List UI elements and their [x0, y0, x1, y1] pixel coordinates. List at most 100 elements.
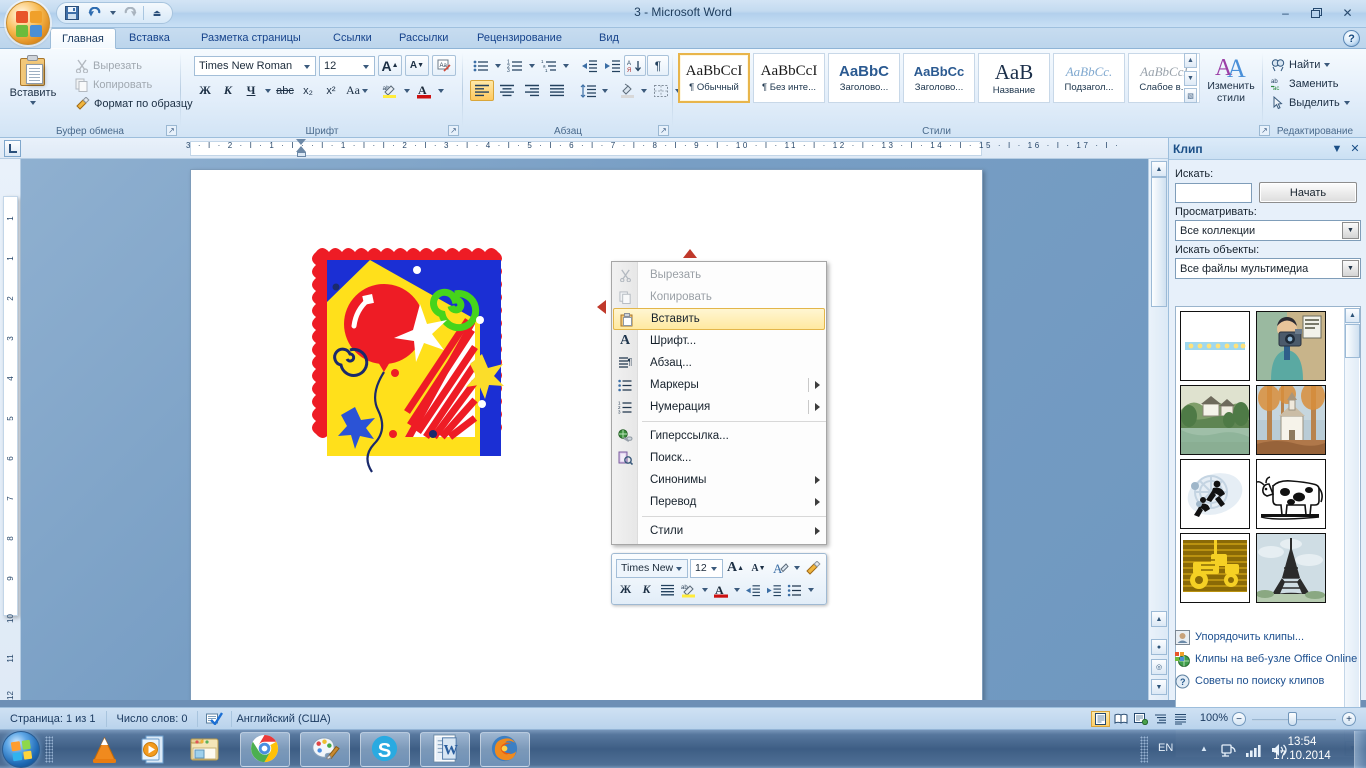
taskbar-vlc-icon[interactable] [88, 733, 121, 766]
style-normal[interactable]: AaBbCcI ¶ Обычный [678, 53, 750, 103]
font-size-combo[interactable]: 12 [319, 55, 375, 76]
zoom-slider-handle[interactable] [1288, 712, 1297, 726]
mini-grow-font-button[interactable]: A ▲ [725, 558, 746, 578]
zoom-level[interactable]: 100% [1200, 712, 1228, 724]
undo-dropdown-icon[interactable] [108, 4, 117, 22]
decrease-indent-button[interactable] [578, 55, 600, 76]
mini-bullets-button[interactable] [785, 580, 804, 600]
tab-review[interactable]: Рецензирование [466, 28, 573, 49]
find-dropdown-icon[interactable] [1324, 62, 1331, 67]
next-page-button[interactable]: ▼ [1151, 679, 1167, 695]
mini-text-highlight-button[interactable]: A [771, 558, 790, 578]
taskbar-chrome-icon[interactable] [249, 733, 282, 766]
context-item-numbering[interactable]: 123 Нумерация [612, 396, 826, 418]
taskbar-skype-icon[interactable]: S [369, 733, 402, 766]
link-clip-search-tips[interactable]: ? Советы по поиску клипов [1175, 670, 1363, 692]
document-page[interactable] [190, 169, 983, 700]
scroll-down-button[interactable]: ▲ [1151, 611, 1167, 627]
styles-more-button[interactable]: ▧ [1184, 88, 1197, 103]
clip-thumb-yellow-tractor[interactable] [1180, 533, 1250, 603]
clip-thumb-cow-engraving[interactable] [1256, 459, 1326, 529]
mini-font-color-button[interactable]: A [711, 580, 730, 600]
mini-bullets-dropdown-icon[interactable] [806, 580, 815, 600]
view-web-layout[interactable] [1131, 711, 1150, 727]
change-styles-button[interactable]: AA Изменить стили [1205, 54, 1257, 104]
change-case-button[interactable]: Aa [343, 80, 371, 101]
bullets-dropdown-icon[interactable] [493, 55, 503, 76]
mini-highlight-dropdown-icon[interactable] [792, 558, 801, 578]
style-subtitle[interactable]: AaBbCc. Подзагол... [1053, 53, 1125, 103]
undo-icon[interactable] [85, 4, 105, 22]
mini-highlight-color-dropdown-icon[interactable] [700, 580, 709, 600]
scroll-up-button[interactable]: ▲ [1151, 161, 1167, 177]
style-no-spacing[interactable]: AaBbCcI ¶ Без инте... [753, 53, 825, 103]
cut-button[interactable]: Вырезать [72, 56, 196, 75]
align-right-button[interactable] [520, 80, 544, 101]
context-item-copy[interactable]: Копировать [612, 286, 826, 308]
chevron-down-icon[interactable]: ▼ [1342, 222, 1359, 239]
taskbar-word-icon[interactable]: W [429, 733, 462, 766]
proofing-icon[interactable] [198, 710, 233, 727]
styles-scroll-down-button[interactable]: ▼ [1184, 70, 1197, 86]
clip-thumb-village-houses-landscape[interactable] [1180, 385, 1250, 455]
start-button[interactable] [2, 731, 40, 768]
zoom-out-button[interactable]: − [1232, 712, 1246, 726]
tray-language[interactable]: EN [1158, 742, 1173, 754]
style-heading-2[interactable]: AaBbCc Заголово... [903, 53, 975, 103]
context-item-translate[interactable]: Перевод [612, 491, 826, 513]
vertical-ruler[interactable]: 1 1 2 3 4 5 6 7 8 9 10 11 12 [0, 159, 21, 700]
clipboard-dialog-launcher[interactable]: ↗ [166, 125, 177, 136]
mini-shrink-font-button[interactable]: A ▼ [748, 558, 769, 578]
show-formatting-marks-button[interactable]: ¶ [647, 55, 669, 76]
network-icon[interactable] [1220, 742, 1236, 758]
context-item-styles[interactable]: Стили [612, 520, 826, 542]
select-button[interactable]: Выделить [1268, 93, 1353, 112]
zoom-in-button[interactable]: + [1342, 712, 1356, 726]
context-item-synonyms[interactable]: Синонимы [612, 469, 826, 491]
zoom-slider[interactable]: − + [1232, 712, 1356, 726]
justify-button[interactable] [545, 80, 569, 101]
clip-thumb-eiffel-tower[interactable] [1256, 533, 1326, 603]
multilevel-list-button[interactable]: 1a1 [538, 55, 560, 76]
replace-button[interactable]: ab ac Заменить [1268, 74, 1353, 93]
indent-markers[interactable] [296, 139, 307, 157]
status-language[interactable]: Английский (США) [232, 711, 340, 727]
context-item-cut[interactable]: Вырезать [612, 264, 826, 286]
shrink-font-button[interactable]: A ▼ [405, 55, 429, 76]
mini-bold-button[interactable]: Ж [616, 580, 635, 600]
shading-dropdown-icon[interactable] [639, 80, 649, 101]
taskbar-grip-1[interactable] [45, 736, 53, 763]
tab-mailings[interactable]: Рассылки [388, 28, 459, 49]
tab-home[interactable]: Главная [50, 28, 116, 49]
taskbar-explorer-icon[interactable] [188, 733, 221, 766]
previous-page-button[interactable]: ● [1151, 639, 1167, 655]
align-center-button[interactable] [495, 80, 519, 101]
scope-select[interactable]: Все коллекции ▼ [1175, 220, 1361, 241]
office-button[interactable] [6, 1, 50, 45]
restore-button[interactable] [1302, 3, 1331, 22]
numbering-dropdown-icon[interactable] [527, 55, 537, 76]
align-left-button[interactable] [470, 80, 494, 101]
minimize-button[interactable]: – [1271, 3, 1300, 22]
subscript-button[interactable]: x₂ [297, 80, 319, 101]
find-button[interactable]: Найти [1268, 55, 1353, 74]
status-word-count[interactable]: Число слов: 0 [107, 710, 199, 727]
mini-format-painter-button[interactable] [803, 558, 822, 578]
mini-highlight-color-button[interactable]: ab [679, 580, 698, 600]
view-outline[interactable] [1151, 711, 1170, 727]
context-item-hyperlink[interactable]: Гиперссылка... [612, 425, 826, 447]
multilevel-dropdown-icon[interactable] [561, 55, 571, 76]
tab-page-layout[interactable]: Разметка страницы [190, 28, 312, 49]
mini-align-center-button[interactable] [658, 580, 677, 600]
select-browse-object-button[interactable]: ◎ [1151, 659, 1167, 675]
paste-dropdown-icon[interactable] [30, 101, 36, 105]
clear-formatting-button[interactable]: Aa [432, 55, 456, 76]
results-scroll-thumb[interactable] [1345, 324, 1360, 358]
mini-increase-indent-button[interactable] [764, 580, 783, 600]
link-organize-clips[interactable]: Упорядочить клипы... [1175, 626, 1363, 648]
clip-thumb-photographer-man[interactable] [1256, 311, 1326, 381]
save-icon[interactable] [62, 4, 82, 22]
copy-button[interactable]: Копировать [72, 75, 196, 94]
view-full-screen-reading[interactable] [1111, 711, 1130, 727]
highlight-dropdown-icon[interactable] [402, 80, 412, 101]
